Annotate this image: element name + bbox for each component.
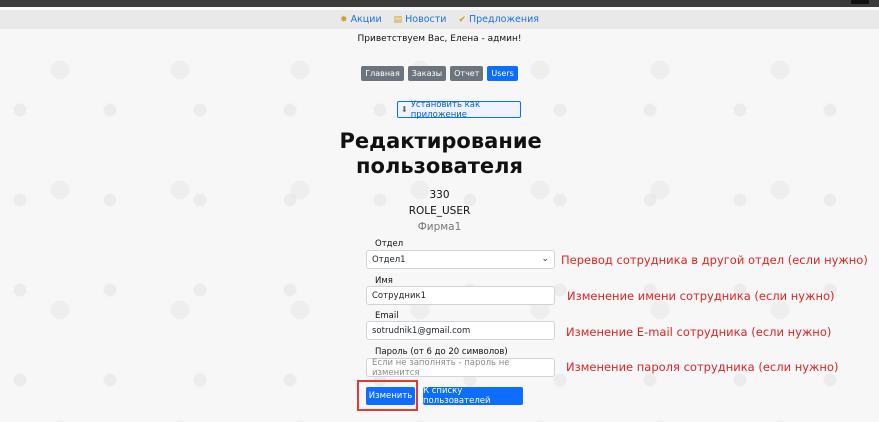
greeting-text: Приветствуем Вас, Елена - админ! [357,34,522,44]
back-to-users-button[interactable]: К списку пользователей [423,386,523,406]
check-icon: ✔ [458,14,466,25]
page-title: Редактирование пользователя [339,129,542,178]
save-button[interactable]: Изменить [366,387,415,405]
email-input[interactable]: sotrudnik1@gmail.com [366,321,555,340]
install-icon: ⬇ [401,105,408,114]
name-label: Имя [375,276,393,286]
promo-link-news[interactable]: ▤ Новости [394,14,447,25]
annotation-email: Изменение E-mail сотрудника (если нужно) [566,325,832,339]
promo-link-offers[interactable]: ✔ Предложения [458,14,539,25]
nav-users[interactable]: Users [487,66,518,81]
email-label: Email [375,311,399,321]
annotation-department: Перевод сотрудника в другой отдел (если … [561,253,868,267]
user-id: 330 [429,189,450,201]
nav-report[interactable]: Отчет [450,66,484,81]
sale-badge-icon: ✸ [340,14,348,25]
window-top-bar [0,0,879,7]
chevron-down-icon: ⌄ [541,254,549,264]
user-firm: Фирма1 [417,221,462,233]
department-label: Отдел [375,239,404,249]
promo-bar: ✸ Акции ▤ Новости ✔ Предложения [0,10,879,29]
user-role: ROLE_USER [408,205,471,217]
password-input[interactable]: Если не заполнять - пароль не изменится [366,358,555,378]
news-icon: ▤ [393,14,403,25]
department-select[interactable]: Отдел1 ⌄ [366,250,555,269]
install-app-button[interactable]: ⬇ Установить как приложение [397,100,521,120]
password-label: Пароль (от 6 до 20 символов) [375,347,508,357]
promo-link-sales[interactable]: ✸ Акции [340,14,382,25]
name-input[interactable]: Сотрудник1 [366,286,555,305]
nav-orders[interactable]: Заказы [407,66,447,81]
nav-main[interactable]: Главная [361,66,404,81]
annotation-password: Изменение пароля сотрудника (если нужно) [566,360,839,374]
main-nav: Главная Заказы Отчет Users [0,66,879,81]
annotation-name: Изменение имени сотрудника (если нужно) [567,289,835,303]
